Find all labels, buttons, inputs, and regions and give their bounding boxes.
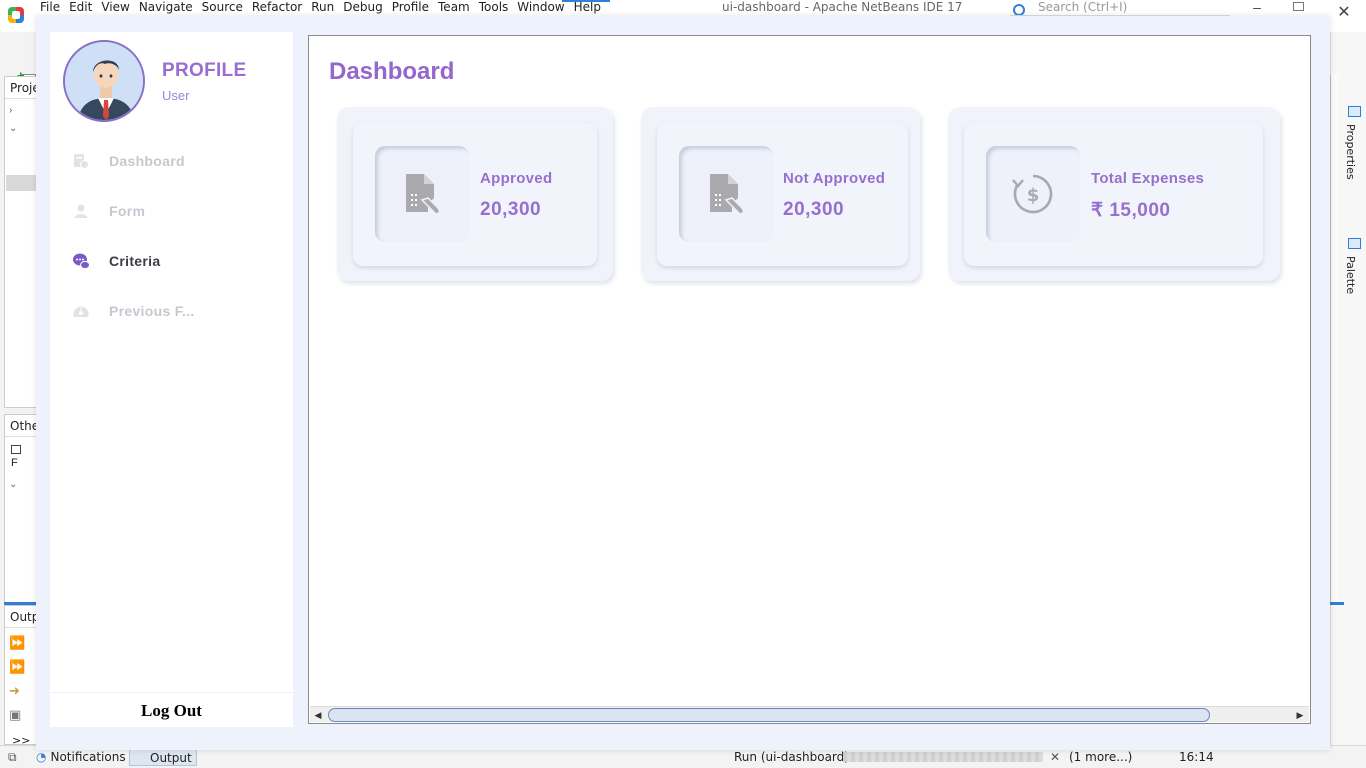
menu-team[interactable]: Team xyxy=(438,0,479,16)
sidebar: PROFILE User Dashboard Form Criteria Pre… xyxy=(50,32,293,727)
forward-icon[interactable]: ➜ xyxy=(9,684,25,698)
scroll-right-arrow-icon[interactable]: ▶ xyxy=(1294,709,1306,721)
money-history-icon: $ xyxy=(1012,174,1053,214)
profile-title: PROFILE xyxy=(162,60,247,81)
palette-tab[interactable]: Palette xyxy=(1344,256,1357,294)
total-expenses-label: Total Expenses xyxy=(1091,170,1205,187)
restore-icon[interactable]: ⧉ xyxy=(8,748,17,766)
close-icon[interactable]: ✕ xyxy=(1337,5,1351,21)
menu-edit[interactable]: Edit xyxy=(69,0,101,16)
nav-item-criteria[interactable]: Criteria xyxy=(72,247,272,275)
not-approved-value: 20,300 xyxy=(783,199,845,220)
menu-tools[interactable]: Tools xyxy=(479,0,518,16)
nav-label-form: Form xyxy=(109,203,146,219)
other-panel: Othe F ⌄ xyxy=(4,414,38,604)
not-approved-card-inner: Not Approved 20,300 xyxy=(657,123,908,266)
output-panel: Outp ⏩ ⏩ ➜ ▣ xyxy=(4,605,38,745)
document-edit-icon xyxy=(710,174,746,215)
nav-label-criteria: Criteria xyxy=(109,253,161,269)
rerun-params-icon[interactable]: ⏩ xyxy=(9,660,25,674)
minimize-icon[interactable]: – xyxy=(1250,0,1264,14)
collapse-icon[interactable]: ⌄ xyxy=(9,479,17,490)
properties-tab[interactable]: Properties xyxy=(1344,124,1357,180)
approved-value: 20,300 xyxy=(480,199,542,220)
rerun-icon[interactable]: ⏩ xyxy=(9,636,25,650)
app-window: PROFILE User Dashboard Form Criteria Pre… xyxy=(36,16,1330,750)
clock-label: 16:14 xyxy=(1179,750,1214,764)
menu-source[interactable]: Source xyxy=(202,0,252,16)
menu-file[interactable]: File xyxy=(40,0,69,16)
chat-icon xyxy=(72,252,90,270)
approved-label: Approved xyxy=(480,170,553,187)
dashboard-icon xyxy=(72,152,90,170)
other-tab[interactable]: Othe xyxy=(5,415,37,437)
overflow-chevron[interactable]: >> xyxy=(12,732,30,750)
more-tasks-link[interactable]: (1 more...) xyxy=(1069,748,1132,766)
search-icon xyxy=(1013,4,1025,15)
horizontal-scrollbar[interactable]: ◀ ▶ xyxy=(310,706,1309,722)
cancel-task-icon[interactable]: ✕ xyxy=(1050,748,1060,766)
projects-panel: Proje › ⌄ xyxy=(4,76,38,408)
total-expenses-icon-box: $ xyxy=(986,146,1080,242)
total-expenses-card-inner: $ Total Expenses ₹ 15,000 xyxy=(964,123,1263,266)
page-title: Dashboard xyxy=(329,58,455,85)
scrollbar-thumb[interactable] xyxy=(328,708,1210,722)
right-panel-edge xyxy=(1330,75,1338,605)
history-icon xyxy=(72,302,90,320)
expand-icon[interactable]: › xyxy=(9,105,12,116)
nav-item-previous-forms[interactable]: Previous F... xyxy=(72,297,272,325)
selected-tree-row[interactable] xyxy=(6,175,38,191)
palette-icon[interactable] xyxy=(1348,238,1361,249)
menu-run[interactable]: Run xyxy=(311,0,343,16)
nav-item-form[interactable]: Form xyxy=(72,197,272,225)
output-button[interactable]: Output xyxy=(129,748,197,766)
main-content: Dashboard Approved 20,300 Not Approved 2… xyxy=(308,35,1311,724)
menu-help[interactable]: Help xyxy=(574,0,610,16)
nav-label-dashboard: Dashboard xyxy=(109,153,185,169)
ide-window-title: ui-dashboard - Apache NetBeans IDE 17 xyxy=(722,0,963,14)
menu-window[interactable]: Window xyxy=(517,0,573,16)
file-label: F xyxy=(11,445,37,469)
active-tab-indicator xyxy=(562,0,610,2)
ide-menu: File Edit View Navigate Source Refactor … xyxy=(40,0,610,16)
svg-text:$: $ xyxy=(1027,185,1040,206)
netbeans-logo-icon xyxy=(8,7,24,23)
scroll-left-arrow-icon[interactable]: ◀ xyxy=(312,709,324,721)
menu-view[interactable]: View xyxy=(101,0,138,16)
total-expenses-value: ₹ 15,000 xyxy=(1091,200,1171,221)
menu-debug[interactable]: Debug xyxy=(343,0,391,16)
collapse-icon[interactable]: ⌄ xyxy=(9,123,17,134)
nav-label-previous-forms: Previous F... xyxy=(109,303,195,319)
avatar-image xyxy=(65,42,143,120)
not-approved-card: Not Approved 20,300 xyxy=(641,107,920,281)
notifications-button[interactable]: ◔ Notifications xyxy=(36,748,126,766)
not-approved-icon-box xyxy=(679,146,773,242)
right-panel-divider xyxy=(1330,602,1344,605)
output-tab[interactable]: Outp xyxy=(5,606,37,628)
menu-refactor[interactable]: Refactor xyxy=(252,0,311,16)
maximize-icon[interactable] xyxy=(1293,2,1304,11)
properties-icon[interactable] xyxy=(1348,106,1361,117)
approved-card: Approved 20,300 xyxy=(337,107,613,281)
total-expenses-card: $ Total Expenses ₹ 15,000 xyxy=(948,107,1280,281)
nav-item-dashboard[interactable]: Dashboard xyxy=(72,147,272,175)
settings-icon[interactable]: ▣ xyxy=(9,708,25,722)
logout-button[interactable]: Log Out xyxy=(50,693,293,728)
document-edit-icon xyxy=(406,174,442,215)
avatar xyxy=(63,40,145,122)
profile-role: User xyxy=(162,88,190,103)
menu-profile[interactable]: Profile xyxy=(392,0,438,16)
user-icon xyxy=(72,202,90,220)
ide-search-input[interactable]: Search (Ctrl+I) xyxy=(1010,0,1230,16)
run-task-label: Run (ui-dashboard) xyxy=(734,750,849,764)
run-progress-bar xyxy=(843,752,1043,762)
not-approved-label: Not Approved xyxy=(783,170,886,187)
logout-area: Log Out xyxy=(50,692,293,727)
menu-navigate[interactable]: Navigate xyxy=(139,0,202,16)
projects-tab[interactable]: Proje xyxy=(5,77,37,99)
approved-icon-box xyxy=(375,146,469,242)
approved-card-inner: Approved 20,300 xyxy=(353,123,597,266)
